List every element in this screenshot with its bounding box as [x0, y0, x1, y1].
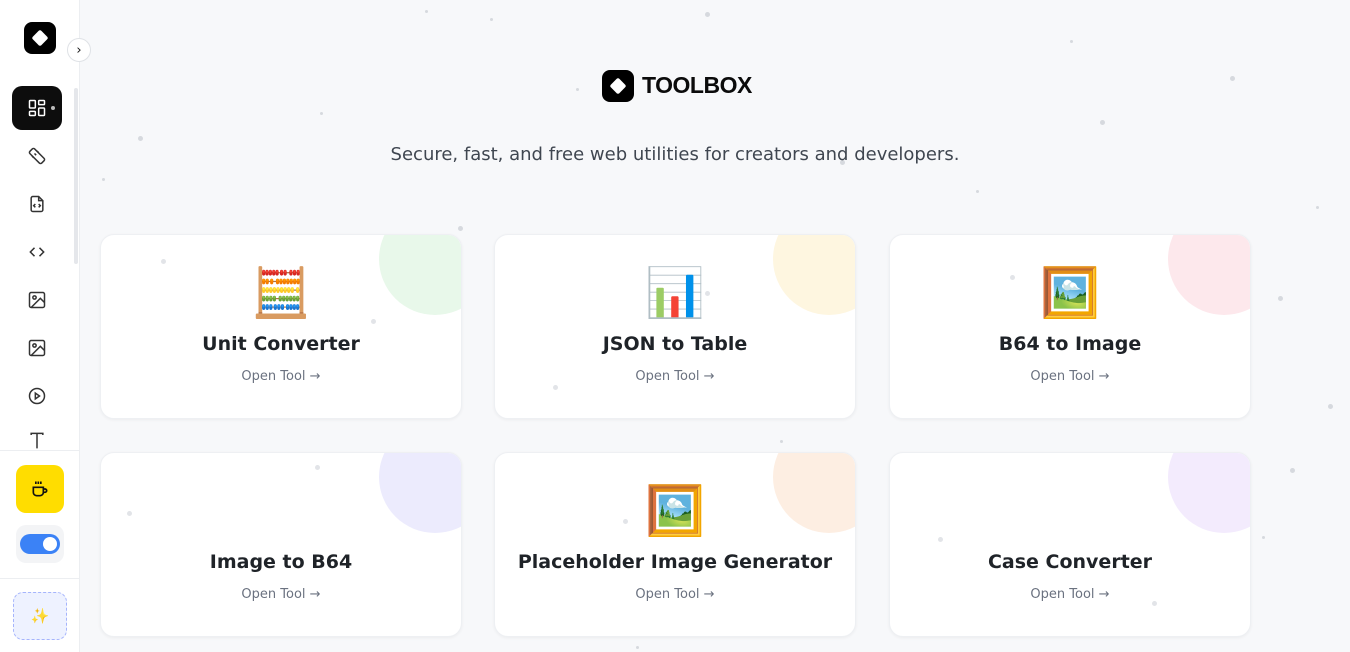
- sidebar-item-text[interactable]: [12, 422, 62, 450]
- sidebar-item-code[interactable]: [12, 230, 62, 274]
- card-title: JSON to Table: [602, 333, 748, 355]
- card-title: B64 to Image: [998, 333, 1142, 355]
- sparkles-button[interactable]: ✨: [13, 592, 67, 640]
- file-code-icon: [30, 195, 44, 213]
- framed-picture-icon: 🖼️: [1040, 265, 1100, 321]
- buy-me-coffee-button[interactable]: [16, 465, 64, 513]
- tool-card-unit-converter[interactable]: 🧮 Unit Converter Open Tool →: [100, 234, 462, 419]
- tool-card-placeholder-image-generator[interactable]: 🖼️ Placeholder Image Generator Open Tool…: [494, 452, 856, 637]
- theme-toggle-container: [16, 525, 64, 563]
- open-tool-link[interactable]: Open Tool →: [101, 587, 461, 602]
- card-title: Image to B64: [209, 551, 353, 573]
- sidebar: ✨: [0, 0, 80, 652]
- sidebar-divider: [0, 450, 80, 451]
- open-tool-link[interactable]: Open Tool →: [495, 587, 855, 602]
- tagline: Secure, fast, and free web utilities for…: [390, 144, 960, 165]
- app-logo[interactable]: [24, 22, 56, 54]
- open-tool-link[interactable]: Open Tool →: [495, 369, 855, 384]
- brand-header: TOOLBOX: [602, 69, 752, 102]
- sidebar-item-dashboard[interactable]: [12, 86, 62, 130]
- sparkles-icon: ✨: [30, 607, 50, 625]
- grid-icon: [28, 99, 46, 117]
- bar-chart-icon: 📊: [645, 265, 705, 321]
- sidebar-item-json-to-table[interactable]: [12, 182, 62, 226]
- sidebar-item-video[interactable]: [12, 374, 62, 418]
- play-circle-icon: [28, 387, 46, 405]
- open-tool-link[interactable]: Open Tool →: [890, 587, 1250, 602]
- card-title: Case Converter: [987, 551, 1153, 573]
- card-title: Unit Converter: [202, 333, 360, 355]
- sidebar-scrollbar[interactable]: [74, 88, 78, 264]
- active-indicator-dot: [51, 106, 55, 110]
- text-icon: [30, 432, 44, 449]
- abacus-icon: 🧮: [251, 265, 311, 321]
- ruler-icon: [28, 147, 46, 165]
- sidebar-divider: [0, 578, 80, 579]
- card-decoration: [379, 453, 461, 533]
- code-icon: [29, 247, 45, 257]
- brand-logo-icon: [602, 69, 634, 102]
- tool-card-b64-to-image[interactable]: 🖼️ B64 to Image Open Tool →: [889, 234, 1251, 419]
- toggle-knob: [43, 537, 57, 551]
- image-icon: [28, 339, 46, 357]
- sidebar-nav: [12, 86, 62, 454]
- card-decoration: [1168, 453, 1250, 533]
- sidebar-item-unit-converter[interactable]: [12, 134, 62, 178]
- tool-card-image-to-b64[interactable]: Image to B64 Open Tool →: [100, 452, 462, 637]
- sidebar-item-image-to-b64[interactable]: [12, 326, 62, 370]
- card-title: Placeholder Image Generator: [517, 551, 833, 573]
- tool-card-json-to-table[interactable]: 📊 JSON to Table Open Tool →: [494, 234, 856, 419]
- brand-name: TOOLBOX: [642, 72, 752, 98]
- theme-toggle[interactable]: [20, 534, 60, 554]
- sidebar-expand-button[interactable]: ›: [67, 38, 91, 62]
- sidebar-item-b64-to-image[interactable]: [12, 278, 62, 322]
- framed-picture-icon: 🖼️: [645, 483, 705, 539]
- coffee-cup-icon: [32, 481, 48, 497]
- chevron-right-icon: ›: [76, 42, 82, 58]
- open-tool-link[interactable]: Open Tool →: [101, 369, 461, 384]
- tool-card-case-converter[interactable]: Case Converter Open Tool →: [889, 452, 1251, 637]
- image-icon: [28, 291, 46, 309]
- open-tool-link[interactable]: Open Tool →: [890, 369, 1250, 384]
